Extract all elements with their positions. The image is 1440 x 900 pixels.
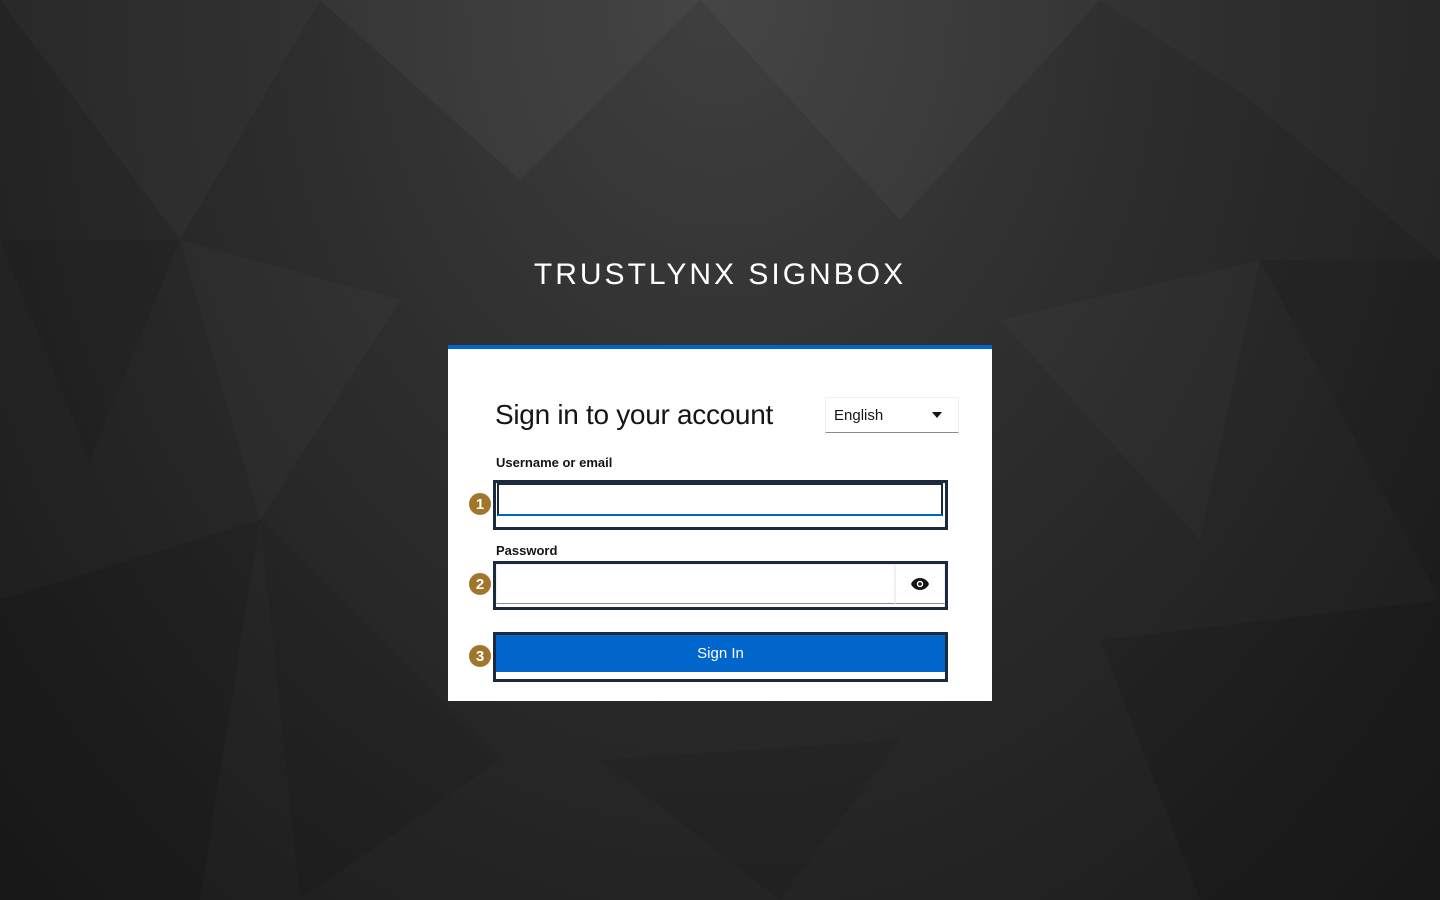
page-title: Sign in to your account <box>495 399 773 430</box>
password-group <box>496 564 945 607</box>
caret-down-icon <box>932 412 942 418</box>
username-input[interactable] <box>497 483 943 516</box>
username-label: Username or email <box>496 455 613 470</box>
password-input[interactable] <box>496 564 895 604</box>
show-password-button[interactable] <box>895 564 945 604</box>
password-label: Password <box>496 543 558 558</box>
brand-title: TRUSTLYNX SIGNBOX <box>533 258 907 291</box>
sign-in-button[interactable]: Sign In <box>496 635 945 672</box>
language-select[interactable]: English <box>825 397 959 433</box>
language-select-value: English <box>834 406 884 424</box>
step-marker-2: 2 <box>467 571 493 597</box>
step-marker-1: 1 <box>467 491 493 517</box>
eye-icon <box>911 578 929 590</box>
login-card: Sign in to your account English Username… <box>448 345 992 701</box>
step-marker-3: 3 <box>467 643 493 669</box>
